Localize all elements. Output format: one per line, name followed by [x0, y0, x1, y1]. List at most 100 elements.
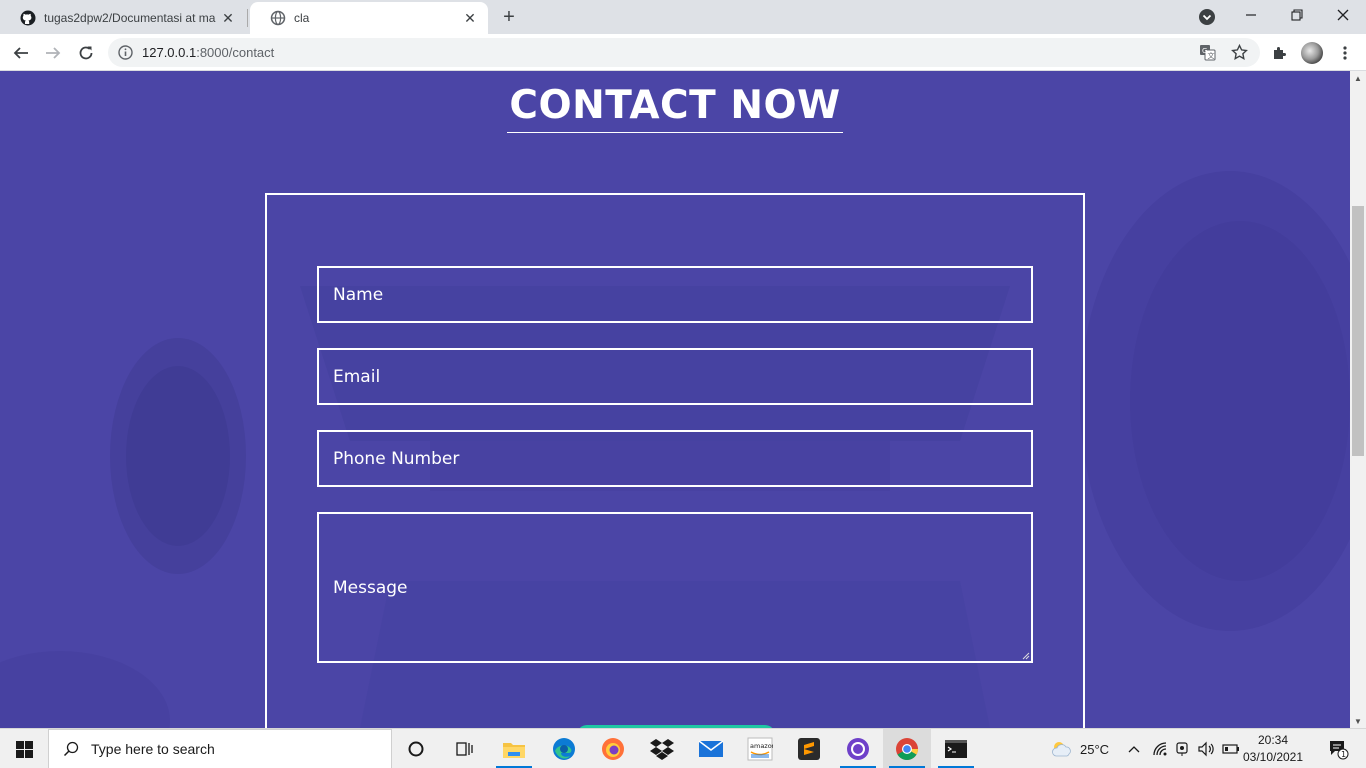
puzzle-icon [1274, 47, 1286, 59]
heading-wrapper: CONTACT NOW [0, 83, 1350, 133]
network-button[interactable] [1152, 729, 1168, 768]
dropbox-icon [650, 739, 674, 760]
windows-taskbar: Type here to search amazon 25°C [0, 728, 1366, 768]
windows-logo-icon [15, 740, 33, 758]
translate-icon[interactable]: G文 [1199, 44, 1216, 61]
weather-widget[interactable]: 25°C [1050, 729, 1109, 768]
speaker-icon [1198, 741, 1214, 757]
battery-button[interactable] [1222, 729, 1240, 768]
tab-strip: tugas2dpw2/Documentasi at ma ✕ cla ✕ + [0, 0, 1366, 34]
resize-grip-icon[interactable] [1020, 650, 1030, 660]
email-placeholder: Email [333, 366, 381, 387]
close-window-button[interactable] [1320, 0, 1366, 30]
chrome-icon [896, 738, 918, 760]
terminal-button[interactable] [932, 729, 980, 768]
restore-icon [1291, 9, 1303, 21]
chrome-button[interactable] [883, 729, 931, 768]
file-explorer-button[interactable] [490, 729, 538, 768]
forward-button[interactable] [39, 39, 67, 67]
menu-button[interactable] [1331, 39, 1359, 67]
kebab-menu-icon [1343, 46, 1347, 60]
close-icon [1337, 9, 1349, 21]
name-input[interactable]: Name [317, 266, 1033, 323]
start-button[interactable] [0, 729, 48, 768]
arrow-left-icon [13, 47, 28, 59]
reload-icon [79, 46, 93, 60]
task-view-button[interactable] [440, 729, 488, 768]
tab-search-icon[interactable] [1198, 8, 1216, 26]
clock-time: 20:34 [1257, 733, 1289, 747]
info-icon[interactable] [118, 45, 133, 60]
page-viewport: CONTACT NOW Name Email Phone Number Mess… [0, 71, 1350, 728]
scroll-thumb[interactable] [1352, 206, 1364, 456]
avatar[interactable] [1301, 42, 1323, 64]
scroll-up-icon[interactable]: ▲ [1350, 71, 1366, 85]
github-desktop-icon [847, 738, 869, 760]
email-input[interactable]: Email [317, 348, 1033, 405]
address-bar[interactable]: 127.0.0.1:8000/contact G文 [108, 38, 1260, 67]
file-explorer-icon [503, 743, 525, 758]
page-title: CONTACT NOW [507, 83, 843, 133]
amazon-icon: amazon [747, 737, 773, 761]
firefox-button[interactable] [589, 729, 637, 768]
minimize-button[interactable] [1228, 0, 1274, 30]
message-placeholder: Message [333, 577, 408, 598]
taskbar-search-box[interactable]: Type here to search [48, 729, 392, 768]
minimize-icon [1246, 14, 1256, 16]
clock-date: 03/10/2021 [1242, 750, 1304, 764]
cortana-button[interactable] [392, 729, 440, 768]
volume-button[interactable] [1198, 729, 1216, 768]
mail-button[interactable] [687, 729, 735, 768]
reload-button[interactable] [72, 39, 100, 67]
github-icon [20, 10, 36, 26]
phone-input[interactable]: Phone Number [317, 430, 1033, 487]
meet-now-button[interactable] [1176, 729, 1190, 768]
phone-placeholder: Phone Number [333, 448, 460, 469]
star-icon[interactable] [1231, 44, 1248, 61]
svg-text:文: 文 [1208, 51, 1215, 60]
github-desktop-button[interactable] [834, 729, 882, 768]
task-view-icon [456, 742, 473, 756]
edge-button[interactable] [540, 729, 588, 768]
close-icon[interactable]: ✕ [220, 10, 236, 26]
name-placeholder: Name [333, 284, 384, 305]
close-icon[interactable]: ✕ [462, 10, 478, 26]
page-scrollbar[interactable]: ▲ ▼ [1350, 71, 1366, 728]
tab-separator [247, 9, 248, 27]
restore-button[interactable] [1274, 0, 1320, 30]
firefox-icon [602, 738, 624, 760]
url-host: 127.0.0.1 [142, 45, 197, 60]
action-center-button[interactable]: 1 [1320, 729, 1356, 768]
extensions-button[interactable] [1266, 39, 1294, 67]
search-icon [63, 741, 79, 757]
amazon-button[interactable]: amazon [736, 729, 784, 768]
svg-text:amazon: amazon [750, 742, 773, 750]
url-text: 127.0.0.1:8000/contact [142, 45, 274, 60]
webcam-icon [1176, 742, 1188, 756]
sublime-text-button[interactable] [785, 729, 833, 768]
notification-icon: 1 [1330, 741, 1349, 760]
edge-icon [553, 738, 575, 760]
battery-icon [1222, 744, 1239, 754]
message-textarea[interactable]: Message [317, 512, 1033, 663]
dropbox-button[interactable] [638, 729, 686, 768]
wifi-icon [1153, 742, 1167, 756]
url-path: :8000/contact [196, 45, 275, 60]
globe-icon [270, 10, 286, 26]
weather-cloud-sun-icon [1052, 742, 1071, 757]
weather-temperature: 25°C [1080, 741, 1110, 757]
notification-count: 1 [1341, 750, 1346, 759]
tab-title: tugas2dpw2/Documentasi at ma [44, 11, 216, 25]
sublime-text-icon [798, 738, 820, 760]
system-clock[interactable]: 20:34 03/10/2021 [1240, 732, 1306, 766]
mail-icon [698, 740, 724, 757]
scroll-down-icon[interactable]: ▼ [1350, 714, 1366, 728]
browser-toolbar: 127.0.0.1:8000/contact G文 [0, 34, 1366, 71]
tab-github[interactable]: tugas2dpw2/Documentasi at ma ✕ [0, 2, 246, 34]
show-hidden-icons-button[interactable] [1128, 729, 1140, 768]
tab-title: cla [294, 11, 310, 25]
new-tab-button[interactable]: + [498, 6, 520, 28]
tab-contact[interactable]: cla ✕ [250, 2, 488, 34]
back-button[interactable] [7, 39, 35, 67]
taskbar-search-placeholder: Type here to search [91, 741, 215, 757]
